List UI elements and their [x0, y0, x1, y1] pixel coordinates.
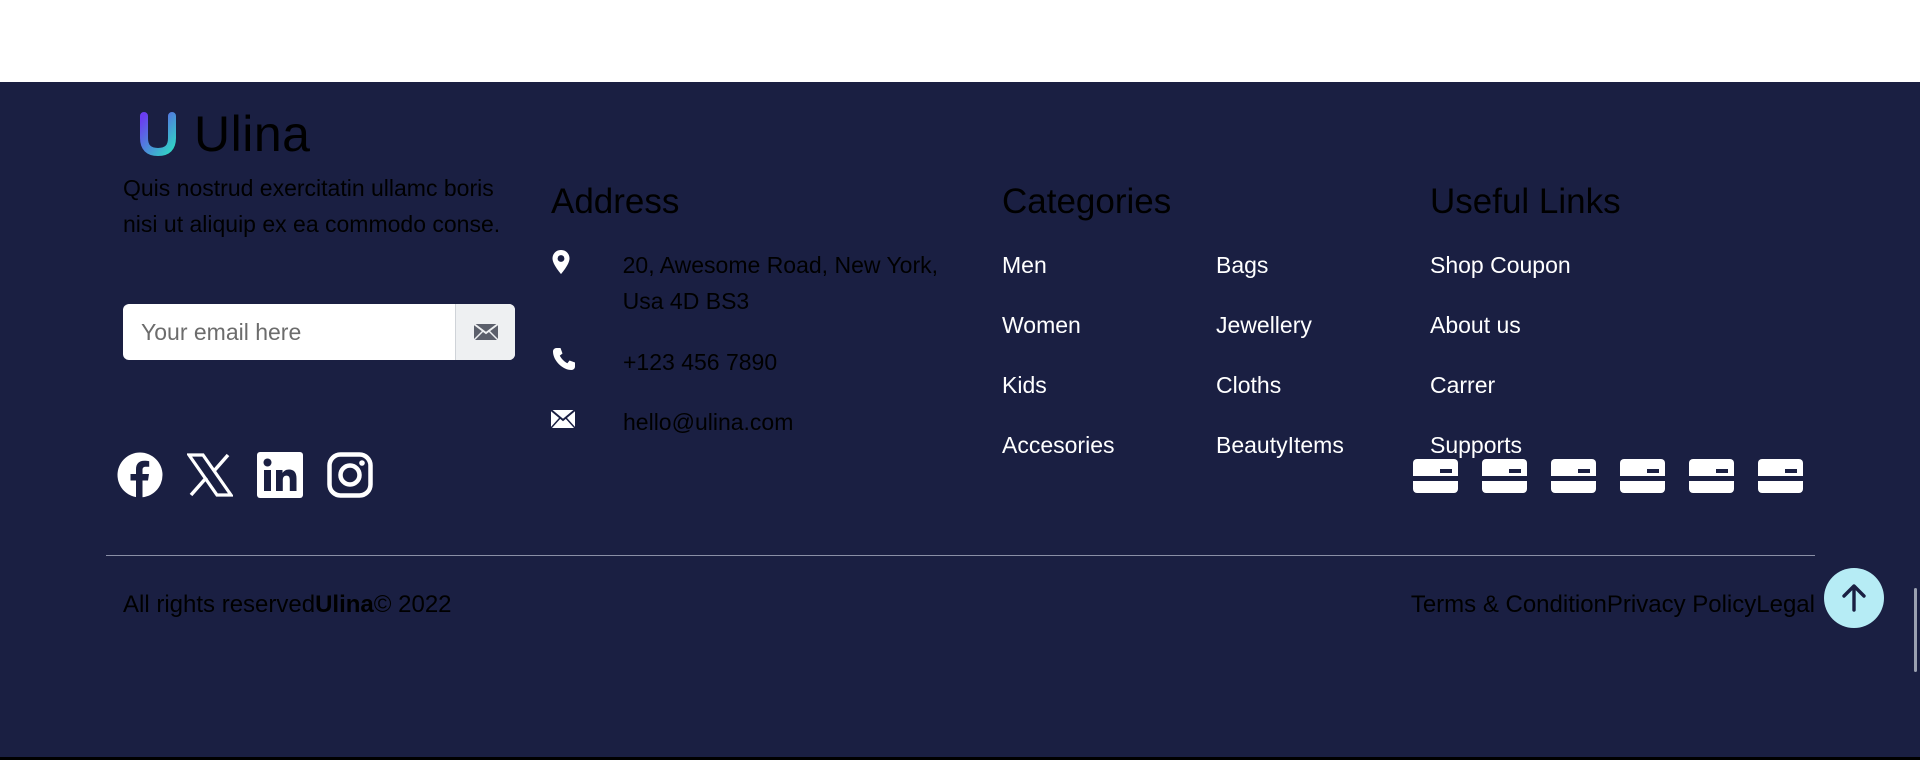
category-link-kids[interactable]: Kids: [1002, 370, 1047, 400]
legal-links: Terms & Condition Privacy Policy Legal: [1411, 590, 1815, 620]
privacy-policy-link[interactable]: Privacy Policy: [1607, 590, 1756, 620]
category-link-jewellery[interactable]: Jewellery: [1216, 310, 1312, 340]
address-heading: Address: [551, 182, 680, 221]
category-link-cloths[interactable]: Cloths: [1216, 370, 1281, 400]
social-links: [117, 452, 373, 498]
category-link-men[interactable]: Men: [1002, 250, 1047, 280]
address-street: 20, Awesome Road, New York, Usa 4D BS3: [622, 252, 939, 314]
email-input[interactable]: [123, 304, 455, 360]
useful-link-shop-coupon[interactable]: Shop Coupon: [1430, 250, 1571, 280]
envelope-icon: [472, 323, 499, 341]
address-street-row: 20, Awesome Road, New York, Usa 4D BS3: [551, 247, 951, 319]
credit-card-icon: [1482, 459, 1527, 493]
page-top-spacer: [0, 0, 1920, 82]
category-link-women[interactable]: Women: [1002, 310, 1081, 340]
useful-link-about-us[interactable]: About us: [1430, 310, 1521, 340]
credit-card-icon: [1413, 459, 1458, 493]
payment-methods: [1413, 459, 1803, 493]
copyright-prefix: All rights reserved: [123, 591, 316, 618]
ulina-logo-icon: [140, 112, 176, 156]
map-pin-icon: [551, 247, 623, 277]
legal-link[interactable]: Legal: [1756, 590, 1815, 620]
credit-card-icon: [1620, 459, 1665, 493]
categories-heading: Categories: [1002, 182, 1172, 221]
instagram-icon[interactable]: [327, 452, 373, 498]
facebook-icon[interactable]: [117, 452, 163, 498]
newsletter-form: [123, 304, 515, 360]
linkedin-icon[interactable]: [257, 452, 303, 498]
brand-name: Ulina: [194, 106, 311, 162]
category-link-accesories[interactable]: Accesories: [1002, 430, 1114, 460]
page-scrollbar[interactable]: [1914, 588, 1917, 672]
credit-card-icon: [1689, 459, 1734, 493]
terms-link[interactable]: Terms & Condition: [1411, 590, 1607, 620]
address-phone[interactable]: +123 456 7890: [623, 344, 777, 380]
phone-icon: [551, 344, 623, 374]
useful-link-carrer[interactable]: Carrer: [1430, 370, 1495, 400]
address-email[interactable]: hello@ulina.com: [623, 404, 793, 440]
brand-logo[interactable]: Ulina: [140, 107, 310, 161]
copyright-text: All rights reservedUlina© 2022: [123, 590, 452, 620]
footer-divider: [106, 555, 1815, 556]
copyright-brand: Ulina: [315, 591, 374, 618]
category-link-bags[interactable]: Bags: [1216, 250, 1268, 280]
address-email-row: hello@ulina.com: [551, 404, 793, 440]
address-phone-row: +123 456 7890: [551, 344, 777, 380]
scroll-to-top-button[interactable]: [1824, 568, 1884, 628]
brand-description: Quis nostrud exercitatin ullamc boris ni…: [123, 175, 501, 237]
mail-icon: [551, 404, 623, 434]
credit-card-icon: [1758, 459, 1803, 493]
x-twitter-icon[interactable]: [187, 452, 233, 498]
category-link-beautyitems[interactable]: BeautyItems: [1216, 430, 1344, 460]
credit-card-icon: [1551, 459, 1596, 493]
arrow-up-icon: [1842, 584, 1866, 612]
useful-link-supports[interactable]: Supports: [1430, 430, 1522, 460]
useful-links-heading: Useful Links: [1430, 182, 1621, 221]
newsletter-submit-button[interactable]: [455, 304, 515, 360]
copyright-suffix: © 2022: [373, 591, 452, 618]
